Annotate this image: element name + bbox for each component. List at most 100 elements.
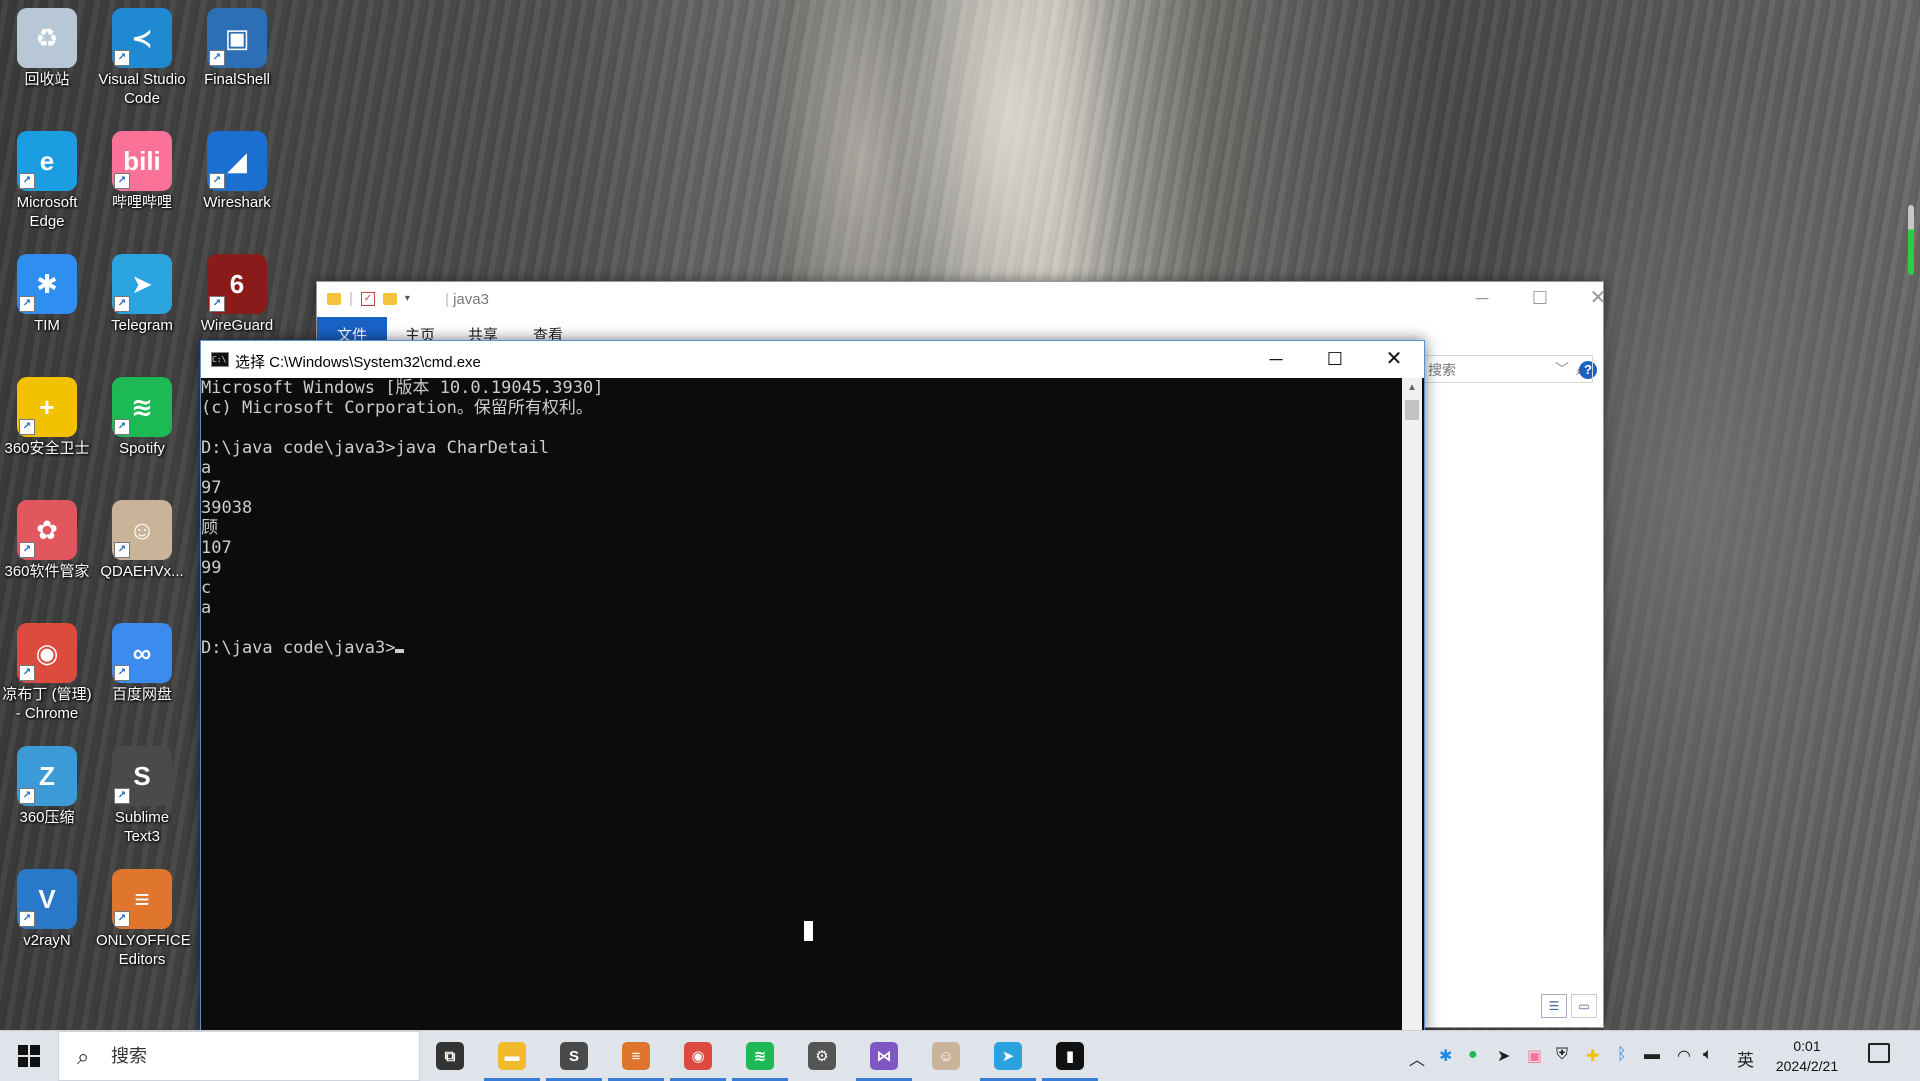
taskbar-search-box[interactable]: ⌕ 搜索: [58, 1031, 420, 1081]
cmd-window[interactable]: C:\ 选择 C:\Windows\System32\cmd.exe ─ ☐ ✕…: [200, 340, 1425, 1034]
desktop-icon[interactable]: Z ↗ 360压缩: [1, 740, 93, 827]
console-line: Microsoft Windows [版本 10.0.19045.3930]: [201, 378, 604, 398]
desktop-icon[interactable]: V ↗ v2rayN: [1, 863, 93, 950]
taskbar-app-sublime-text[interactable]: S: [544, 1031, 604, 1081]
console-scrollbar[interactable]: ▲: [1402, 378, 1422, 1033]
desktop-icon[interactable]: ➤ ↗ Telegram: [96, 248, 188, 335]
taskbar-app-visual-studio[interactable]: ⋈: [854, 1031, 914, 1081]
bilibili-tray-icon[interactable]: ▣: [1527, 1046, 1542, 1066]
desktop-icon-label: Spotify: [119, 440, 165, 457]
desktop-icon[interactable]: 6 ↗ WireGuard: [191, 248, 283, 335]
action-center-icon[interactable]: [1868, 1043, 1890, 1063]
desktop-app-icon: bili ↗: [112, 131, 172, 191]
telegram-tray-icon[interactable]: ➤: [1497, 1046, 1510, 1066]
minimize-button[interactable]: ─: [1453, 282, 1511, 314]
shortcut-arrow-icon: ↗: [114, 911, 130, 927]
start-button[interactable]: [0, 1031, 58, 1081]
quick-access-toolbar: | ✓ ▾: [327, 290, 410, 307]
new-folder-icon[interactable]: [382, 292, 397, 305]
shortcut-arrow-icon: ↗: [209, 173, 225, 189]
sublime-text-icon: S: [560, 1042, 588, 1070]
desktop-app-icon: ♻: [17, 8, 77, 68]
explorer-title: | java3: [445, 291, 489, 308]
desktop-app-icon: ◉ ↗: [17, 623, 77, 683]
taskbar-app-task-view[interactable]: ⧉: [420, 1031, 480, 1081]
desktop-icon[interactable]: + ↗ 360安全卫士: [1, 371, 93, 458]
taskbar-app-settings[interactable]: ⚙: [792, 1031, 852, 1081]
desktop-icon[interactable]: bili ↗ 哔哩哔哩: [96, 125, 188, 212]
desktop-icon-label: Microsoft Edge: [16, 194, 78, 230]
desktop-icon[interactable]: ☺ ↗ QDAEHVx...: [96, 494, 188, 581]
desktop-icon[interactable]: ▣ ↗ FinalShell: [191, 2, 283, 89]
clock[interactable]: 0:01 2024/2/21: [1765, 1036, 1849, 1076]
desktop-icon[interactable]: ◉ ↗ 凉布丁 (管理) - Chrome: [1, 617, 93, 723]
tim-tray-icon[interactable]: ✱: [1439, 1046, 1452, 1066]
minimize-button[interactable]: ─: [1247, 341, 1305, 378]
maximize-button[interactable]: ☐: [1511, 282, 1569, 314]
desktop-app-icon: ∞ ↗: [112, 623, 172, 683]
shortcut-arrow-icon: ↗: [209, 50, 225, 66]
desktop-app-icon: ☺ ↗: [112, 500, 172, 560]
desktop-app-icon: V ↗: [17, 869, 77, 929]
desktop-icon-label: ONLYOFFICE Editors: [96, 932, 191, 968]
shortcut-arrow-icon: ↗: [19, 542, 35, 558]
scrollbar-thumb[interactable]: [1405, 400, 1419, 420]
settings-icon: ⚙: [808, 1042, 836, 1070]
desktop-icon[interactable]: ≋ ↗ Spotify: [96, 371, 188, 458]
desktop-icon-label: 360软件管家: [4, 563, 90, 580]
cmd-titlebar[interactable]: C:\ 选择 C:\Windows\System32\cmd.exe ─ ☐ ✕: [201, 341, 1424, 378]
security-tray-icon[interactable]: ⛨: [1556, 1046, 1568, 1064]
desktop-icon[interactable]: ✱ ↗ TIM: [1, 248, 93, 335]
taskbar-app-telegram[interactable]: ➤: [978, 1031, 1038, 1081]
maximize-button[interactable]: ☐: [1306, 341, 1364, 378]
scroll-up-icon[interactable]: ▲: [1402, 378, 1422, 398]
console-line: 顾: [201, 518, 218, 538]
desktop-icon[interactable]: S ↗ Sublime Text3: [96, 740, 188, 846]
spotify-tray-icon[interactable]: ●: [1468, 1046, 1478, 1064]
desktop-icon[interactable]: ∞ ↗ 百度网盘: [96, 617, 188, 704]
bluetooth-icon[interactable]: ᛒ: [1617, 1046, 1627, 1064]
battery-icon[interactable]: ▬: [1644, 1046, 1660, 1064]
desktop-icon[interactable]: ≡ ↗ ONLYOFFICE Editors: [96, 863, 191, 969]
shortcut-arrow-icon: ↗: [19, 296, 35, 312]
shortcut-arrow-icon: ↗: [114, 173, 130, 189]
close-button[interactable]: ✕: [1365, 341, 1423, 378]
customize-toolbar-icon[interactable]: ▾: [405, 293, 410, 304]
close-button[interactable]: ✕: [1569, 282, 1627, 314]
volume-icon[interactable]: 🔈︎: [1703, 1046, 1713, 1064]
spotify-icon: ≋: [746, 1042, 774, 1070]
explorer-titlebar[interactable]: | ✓ ▾ | java3 ─ ☐ ✕: [317, 282, 1606, 317]
360-tray-icon[interactable]: ✚: [1586, 1046, 1599, 1066]
task-view-icon: ⧉: [436, 1042, 464, 1070]
desktop-icon[interactable]: ♻ 回收站: [1, 2, 93, 89]
desktop-icon-label: WireGuard: [200, 317, 274, 334]
taskbar-app-onlyoffice[interactable]: ≡: [606, 1031, 666, 1081]
taskbar-app-spotify[interactable]: ≋: [730, 1031, 790, 1081]
console-output[interactable]: Microsoft Windows [版本 10.0.19045.3930] (c…: [201, 378, 1402, 1033]
desktop-icon[interactable]: ≺ ↗ Visual Studio Code: [96, 2, 188, 108]
ime-indicator[interactable]: 英: [1737, 1046, 1754, 1071]
large-icons-view-icon[interactable]: ▭: [1571, 994, 1597, 1018]
desktop-icon[interactable]: ✿ ↗ 360软件管家: [1, 494, 93, 581]
show-hidden-icons-icon[interactable]: ︿: [1409, 1046, 1425, 1070]
cmd-icon: C:\: [211, 352, 229, 367]
properties-icon[interactable]: ✓: [360, 291, 375, 306]
text-caret: [395, 649, 405, 653]
taskbar-app-cmd[interactable]: ▮: [1040, 1031, 1100, 1081]
desktop-icon[interactable]: ◢ ↗ Wireshark: [191, 125, 283, 212]
desktop-icon[interactable]: e ↗ Microsoft Edge: [1, 125, 93, 231]
desktop-icon-label: Wireshark: [203, 194, 271, 211]
taskbar-app-avatar-app[interactable]: ☺: [916, 1031, 976, 1081]
details-view-icon[interactable]: ☰: [1541, 994, 1567, 1018]
wifi-icon[interactable]: ◠: [1677, 1046, 1691, 1066]
desktop-app-icon: Z ↗: [17, 746, 77, 806]
desktop-app-icon: 6 ↗: [207, 254, 267, 314]
desktop-icon-label: TIM: [34, 317, 60, 334]
taskbar-app-file-explorer[interactable]: ▬: [482, 1031, 542, 1081]
visual-studio-icon: ⋈: [870, 1042, 898, 1070]
desktop-app-icon: ✱ ↗: [17, 254, 77, 314]
shortcut-arrow-icon: ↗: [209, 296, 225, 312]
search-input[interactable]: 搜索 ⌕: [1421, 355, 1593, 383]
taskbar-app-chrome[interactable]: ◉: [668, 1031, 728, 1081]
